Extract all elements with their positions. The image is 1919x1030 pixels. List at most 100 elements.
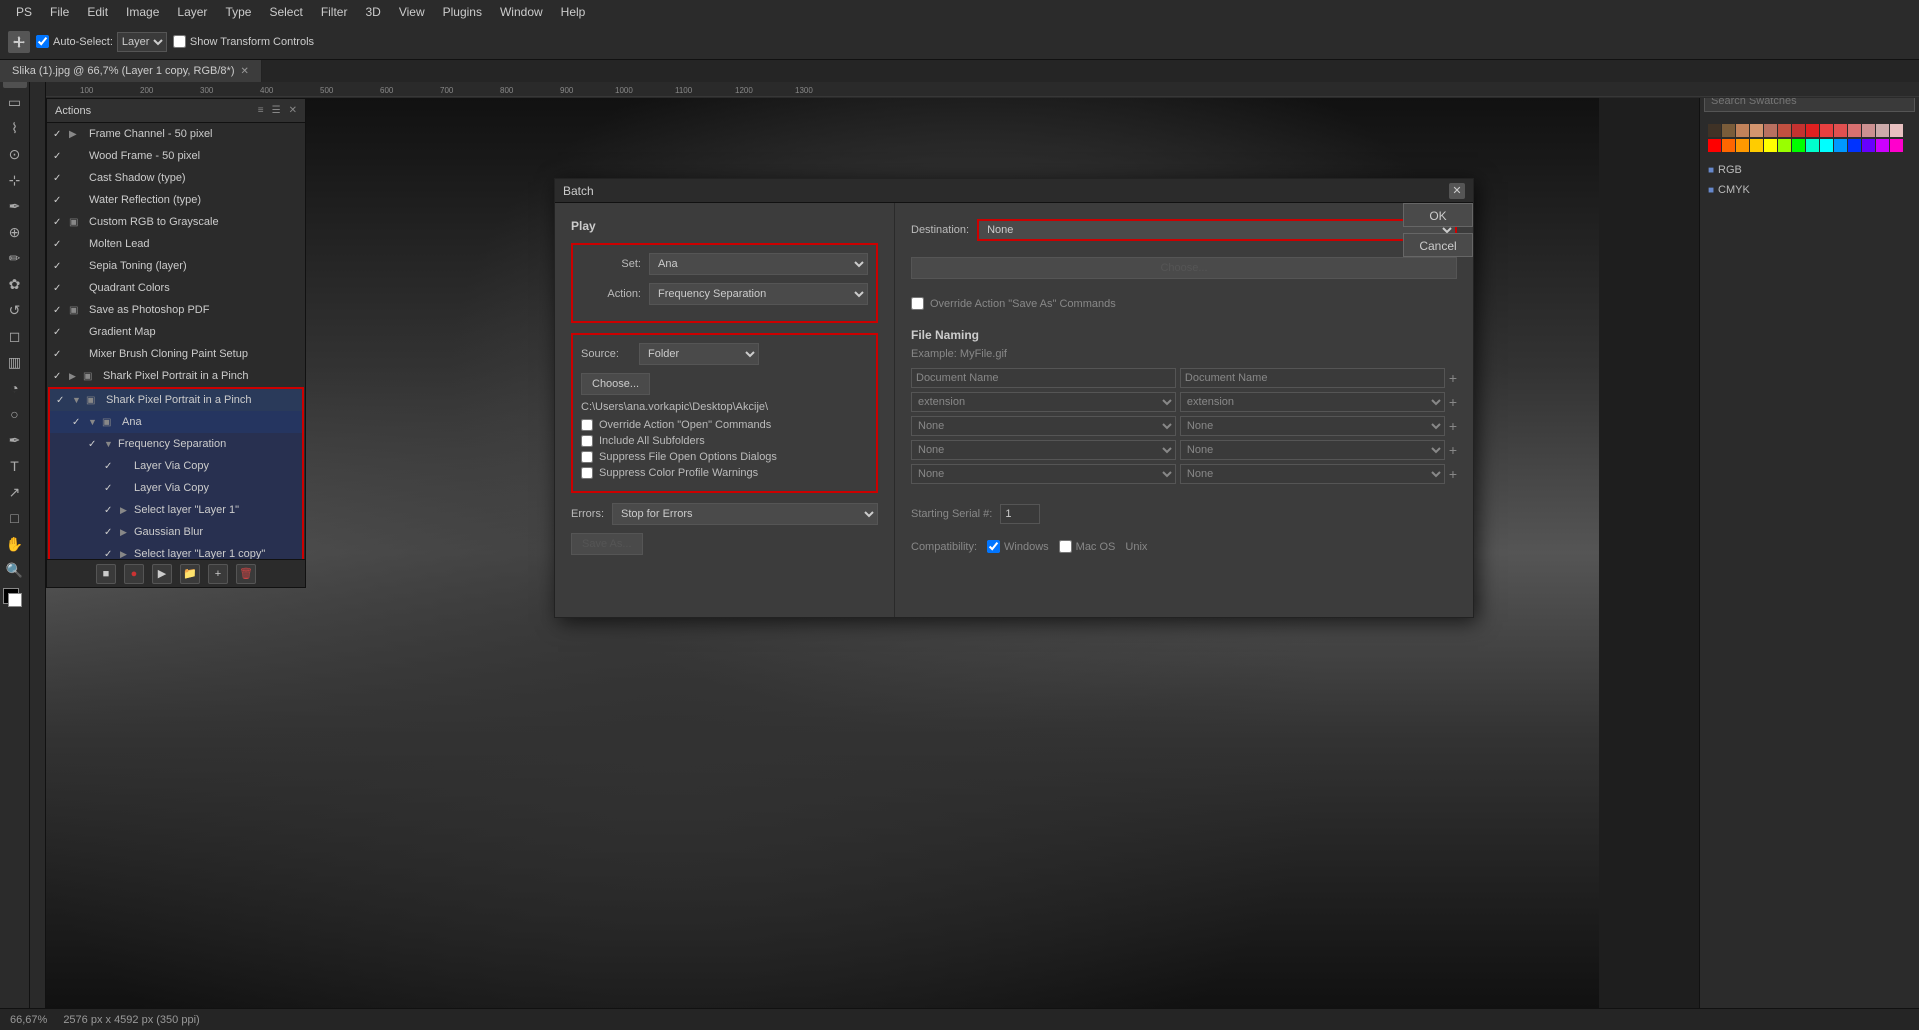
swatch[interactable] xyxy=(1876,124,1889,137)
ok-button[interactable]: OK xyxy=(1403,203,1473,227)
naming-input-1[interactable] xyxy=(911,368,1176,388)
source-dropdown[interactable]: Folder xyxy=(639,343,759,365)
marquee-tool[interactable]: ▭ xyxy=(3,90,27,114)
swatch[interactable] xyxy=(1722,124,1735,137)
naming-select-3[interactable]: None xyxy=(911,416,1176,436)
action-freq-sep[interactable]: ✓ ▼ Frequency Separation xyxy=(50,433,302,455)
menu-edit[interactable]: Edit xyxy=(79,3,116,21)
errors-dropdown[interactable]: Stop for Errors xyxy=(612,503,878,525)
mac-checkbox[interactable] xyxy=(1059,540,1072,553)
naming-select-6[interactable]: None xyxy=(1180,440,1445,460)
naming-select-7[interactable]: None xyxy=(911,464,1176,484)
swatch-group-rgb[interactable]: ■ RGB xyxy=(1700,160,1919,180)
hand-tool[interactable]: ✋ xyxy=(3,532,27,556)
menu-select[interactable]: Select xyxy=(261,3,310,21)
override-open-checkbox[interactable] xyxy=(581,419,593,431)
naming-select-1[interactable]: extension xyxy=(911,392,1176,412)
serial-input[interactable] xyxy=(1000,504,1040,524)
swatch[interactable] xyxy=(1736,139,1749,152)
swatch[interactable] xyxy=(1820,139,1833,152)
menu-window[interactable]: Window xyxy=(492,3,551,21)
menu-image[interactable]: Image xyxy=(118,3,167,21)
swatch[interactable] xyxy=(1764,139,1777,152)
menu-view[interactable]: View xyxy=(391,3,433,21)
menu-layer[interactable]: Layer xyxy=(169,3,215,21)
swatch[interactable] xyxy=(1708,124,1721,137)
swatch[interactable] xyxy=(1722,139,1735,152)
blur-tool[interactable]: ◔ xyxy=(3,376,27,400)
shape-tool[interactable]: □ xyxy=(3,506,27,530)
naming-select-8[interactable]: None xyxy=(1180,464,1445,484)
gradient-tool[interactable]: ▥ xyxy=(3,350,27,374)
action-wood-frame[interactable]: ✓ Wood Frame - 50 pixel xyxy=(47,145,305,167)
action-select-layer1copy[interactable]: ✓ ▶ Select layer "Layer 1 copy" xyxy=(50,543,302,559)
action-save-pdf[interactable]: ✓ ▣ Save as Photoshop PDF xyxy=(47,299,305,321)
folder-button[interactable]: 📁 xyxy=(180,564,200,584)
swatch[interactable] xyxy=(1834,124,1847,137)
naming-select-4[interactable]: None xyxy=(1180,416,1445,436)
transform-controls-checkbox[interactable] xyxy=(173,35,186,48)
swatch-group-cmyk[interactable]: ■ CMYK xyxy=(1700,180,1919,200)
swatch[interactable] xyxy=(1890,139,1903,152)
dialog-close-button[interactable]: ✕ xyxy=(1449,183,1465,199)
clone-stamp-tool[interactable]: ✿ xyxy=(3,272,27,296)
swatch[interactable] xyxy=(1792,124,1805,137)
action-layer-via-copy-1[interactable]: ✓ Layer Via Copy xyxy=(50,455,302,477)
action-dropdown[interactable]: Frequency Separation xyxy=(649,283,868,305)
windows-checkbox[interactable] xyxy=(987,540,1000,553)
suppress-color-checkbox[interactable] xyxy=(581,467,593,479)
destination-dropdown[interactable]: None xyxy=(977,219,1457,241)
action-cast-shadow[interactable]: ✓ Cast Shadow (type) xyxy=(47,167,305,189)
menu-3d[interactable]: 3D xyxy=(357,3,388,21)
naming-input-2[interactable] xyxy=(1180,368,1445,388)
swatch[interactable] xyxy=(1750,124,1763,137)
pen-tool[interactable]: ✒ xyxy=(3,428,27,452)
swatch[interactable] xyxy=(1890,124,1903,137)
close-panel-icon[interactable]: ✕ xyxy=(289,105,297,116)
naming-select-2[interactable]: extension xyxy=(1180,392,1445,412)
auto-select-checkbox[interactable] xyxy=(36,35,49,48)
swatch[interactable] xyxy=(1736,124,1749,137)
record-button[interactable]: ● xyxy=(124,564,144,584)
collapse-icon[interactable]: ≡ xyxy=(258,105,264,116)
action-layer-via-copy-2[interactable]: ✓ Layer Via Copy xyxy=(50,477,302,499)
suppress-open-checkbox[interactable] xyxy=(581,451,593,463)
swatch[interactable] xyxy=(1778,124,1791,137)
action-ana[interactable]: ✓ ▼ ▣ Ana xyxy=(50,411,302,433)
swatch[interactable] xyxy=(1806,124,1819,137)
set-dropdown[interactable]: Ana xyxy=(649,253,868,275)
play-button[interactable]: ▶ xyxy=(152,564,172,584)
history-brush-tool[interactable]: ↺ xyxy=(3,298,27,322)
menu-filter[interactable]: Filter xyxy=(313,3,356,21)
action-custom-rgb[interactable]: ✓ ▣ Custom RGB to Grayscale xyxy=(47,211,305,233)
crop-tool[interactable]: ⊹ xyxy=(3,168,27,192)
auto-select-dropdown[interactable]: Layer xyxy=(117,32,167,52)
swatch[interactable] xyxy=(1862,124,1875,137)
dodge-tool[interactable]: ○ xyxy=(3,402,27,426)
choose-source-button[interactable]: Choose... xyxy=(581,373,650,395)
swatch[interactable] xyxy=(1848,124,1861,137)
swatch[interactable] xyxy=(1806,139,1819,152)
naming-select-5[interactable]: None xyxy=(911,440,1176,460)
menu-file[interactable]: File xyxy=(42,3,77,21)
action-gradient-map[interactable]: ✓ Gradient Map xyxy=(47,321,305,343)
brush-tool[interactable]: ✏ xyxy=(3,246,27,270)
swatch[interactable] xyxy=(1778,139,1791,152)
type-tool[interactable]: T xyxy=(3,454,27,478)
delete-action-button[interactable]: 🗑 xyxy=(236,564,256,584)
stop-button[interactable]: ■ xyxy=(96,564,116,584)
move-tool-icon[interactable] xyxy=(8,31,30,53)
action-water-reflection[interactable]: ✓ Water Reflection (type) xyxy=(47,189,305,211)
swatch[interactable] xyxy=(1848,139,1861,152)
action-mixer-brush[interactable]: ✓ Mixer Brush Cloning Paint Setup xyxy=(47,343,305,365)
new-action-button[interactable]: + xyxy=(208,564,228,584)
swatch[interactable] xyxy=(1764,124,1777,137)
action-sepia[interactable]: ✓ Sepia Toning (layer) xyxy=(47,255,305,277)
menu-help[interactable]: Help xyxy=(553,3,594,21)
eraser-tool[interactable]: ◻ xyxy=(3,324,27,348)
swatch[interactable] xyxy=(1792,139,1805,152)
swatch[interactable] xyxy=(1862,139,1875,152)
quick-select-tool[interactable]: ⊙ xyxy=(3,142,27,166)
swatch[interactable] xyxy=(1876,139,1889,152)
swatch[interactable] xyxy=(1834,139,1847,152)
